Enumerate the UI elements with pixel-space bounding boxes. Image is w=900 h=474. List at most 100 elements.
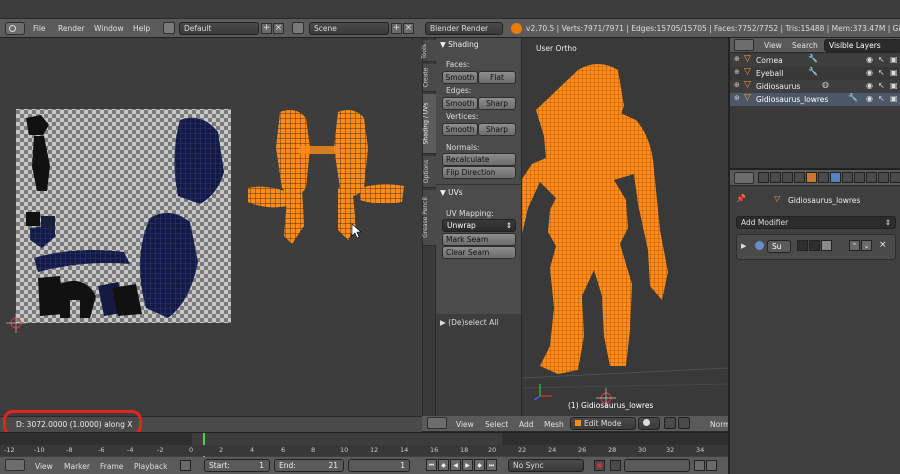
clear-seam-button[interactable]: Clear Seam [442, 246, 516, 259]
outliner-editor-icon[interactable] [734, 39, 754, 51]
edges-smooth-button[interactable]: Smooth [442, 97, 478, 110]
outliner-row[interactable]: ⊕ ▽ Gidiosaurus ◍ ◉ ↖ ▣ [730, 80, 900, 93]
unwrap-menu-button[interactable]: Unwrap ⇕ [442, 219, 516, 232]
tab-grease-pencil[interactable]: Grease Pencil [422, 190, 436, 246]
outliner-row[interactable]: ⊕ ▽ Cornea 🔧 ◉ ↖ ▣ [730, 54, 900, 67]
cursor-icon[interactable]: ↖ [878, 81, 885, 90]
camera-icon[interactable]: ▣ [890, 55, 898, 64]
jump-end-icon[interactable]: ⏭ [486, 459, 497, 471]
pin-icon[interactable]: 📌 [736, 194, 746, 203]
3d-viewport[interactable]: User Ortho (1) Gidiosaurus_lowres [522, 38, 728, 416]
edges-sharp-button[interactable]: Sharp [478, 97, 516, 110]
move-up-icon[interactable]: ⌃ [849, 240, 860, 251]
remove-scene-icon[interactable]: × [403, 23, 414, 34]
insert-keyframe-icon[interactable] [694, 460, 705, 471]
last-operator-panel[interactable]: ▶ (De)select All [436, 314, 522, 416]
camera-icon[interactable]: ▣ [890, 94, 898, 103]
timeline-menu-marker[interactable]: Marker [64, 462, 90, 471]
uv-editor[interactable] [0, 38, 422, 416]
outliner-item-name[interactable]: Gidiosaurus [756, 82, 800, 91]
outliner-item-name[interactable]: Gidiosaurus_lowres [756, 95, 828, 104]
expand-icon[interactable]: ⊕ [734, 68, 740, 76]
jump-start-icon[interactable]: ⏮ [426, 459, 437, 471]
material-tab-icon[interactable] [854, 172, 865, 183]
next-keyframe-icon[interactable]: ◆ [474, 459, 485, 471]
eye-icon[interactable]: ◉ [866, 81, 873, 90]
shading-panel-header[interactable]: ▼ Shading [440, 40, 479, 49]
outliner-filter-select[interactable]: Visible Layers [824, 39, 900, 52]
scene-select[interactable]: Scene [309, 22, 389, 35]
tab-create[interactable]: Create [422, 64, 436, 92]
vertices-sharp-button[interactable]: Sharp [478, 123, 516, 136]
move-down-icon[interactable]: ⌄ [861, 240, 872, 251]
keying-set-icon[interactable] [610, 460, 621, 471]
timeline-menu-view[interactable]: View [35, 462, 53, 471]
outliner-item-name[interactable]: Cornea [756, 56, 783, 65]
play-icon[interactable]: ▶ [462, 459, 473, 471]
mode-select[interactable]: Edit Mode [570, 417, 636, 430]
recalculate-button[interactable]: Recalculate [442, 153, 516, 166]
flip-direction-button[interactable]: Flip Direction [442, 166, 516, 179]
vertices-smooth-button[interactable]: Smooth [442, 123, 478, 136]
screen-layout-select[interactable]: Default [179, 22, 259, 35]
faces-flat-button[interactable]: Flat [478, 71, 516, 84]
scene-icon[interactable] [292, 22, 304, 34]
faces-smooth-button[interactable]: Smooth [442, 71, 478, 84]
pivot-point-icon[interactable] [664, 417, 676, 429]
editor-type-icon[interactable] [5, 22, 25, 35]
scene-tab-icon[interactable] [782, 172, 793, 183]
editmode-toggle-icon[interactable] [821, 240, 832, 251]
outliner-row-selected[interactable]: ⊕ ▽ Gidiosaurus_lowres 🔧 ◉ ↖ ▣ [730, 93, 900, 106]
keying-set-field[interactable] [624, 459, 690, 472]
constraints-tab-icon[interactable] [818, 172, 829, 183]
texture-tab-icon[interactable] [866, 172, 877, 183]
menu-select[interactable]: Select [485, 420, 508, 429]
world-tab-icon[interactable] [794, 172, 805, 183]
eye-icon[interactable]: ◉ [866, 94, 873, 103]
menu-help[interactable]: Help [133, 24, 150, 33]
outliner-view-menu[interactable]: View [764, 41, 782, 50]
sync-mode-select[interactable]: No Sync [508, 459, 584, 472]
current-frame-field[interactable]: 1 [348, 459, 410, 472]
add-scene-icon[interactable]: + [391, 23, 402, 34]
menu-view[interactable]: View [456, 420, 474, 429]
collapse-arrow-icon[interactable]: ▶ [741, 242, 746, 250]
modifiers-tab-icon[interactable] [830, 172, 841, 183]
cursor-icon[interactable]: ↖ [878, 55, 885, 64]
tab-shading-uvs[interactable]: Shading / UVs [422, 94, 436, 154]
properties-editor-icon[interactable] [734, 172, 754, 184]
render-engine-select[interactable]: Blender Render [425, 22, 503, 35]
timeline-ruler[interactable] [0, 433, 728, 457]
camera-icon[interactable]: ▣ [890, 68, 898, 77]
menu-mesh[interactable]: Mesh [544, 420, 564, 429]
menu-file[interactable]: File [33, 24, 46, 33]
outliner-row[interactable]: ⊕ ▽ Eyeball 🔧 ◉ ↖ ▣ [730, 67, 900, 80]
add-modifier-button[interactable]: Add Modifier ⇕ [736, 216, 896, 229]
viewport-shading-select[interactable] [638, 417, 660, 430]
cursor-icon[interactable]: ↖ [878, 68, 885, 77]
3d-view-editor-icon[interactable] [427, 417, 447, 429]
menu-render[interactable]: Render [58, 24, 85, 33]
add-layout-icon[interactable]: + [261, 23, 272, 34]
expand-icon[interactable]: ⊕ [734, 81, 740, 89]
cursor-icon[interactable]: ↖ [878, 94, 885, 103]
prev-keyframe-icon[interactable]: ◆ [438, 459, 449, 471]
expand-icon[interactable]: ⊕ [734, 94, 740, 102]
uvs-panel-header[interactable]: ▼ UVs [440, 188, 463, 197]
timeline-menu-frame[interactable]: Frame [100, 462, 123, 471]
physics-tab-icon[interactable] [890, 172, 900, 183]
timeline-editor-icon[interactable] [5, 459, 25, 471]
remove-modifier-icon[interactable]: × [879, 240, 887, 250]
camera-icon[interactable]: ▣ [890, 81, 898, 90]
start-frame-field[interactable]: Start: 1 [204, 459, 270, 472]
play-reverse-icon[interactable]: ◀ [450, 459, 461, 471]
timeline-menu-playback[interactable]: Playback [134, 462, 167, 471]
data-tab-icon[interactable] [842, 172, 853, 183]
record-icon[interactable] [594, 460, 605, 471]
expand-icon[interactable]: ⊕ [734, 55, 740, 63]
preview-range-icon[interactable] [180, 460, 191, 471]
outliner-search-menu[interactable]: Search [792, 41, 818, 50]
outliner-item-name[interactable]: Eyeball [756, 69, 783, 78]
object-tab-icon[interactable] [806, 172, 817, 183]
mark-seam-button[interactable]: Mark Seam [442, 233, 516, 246]
